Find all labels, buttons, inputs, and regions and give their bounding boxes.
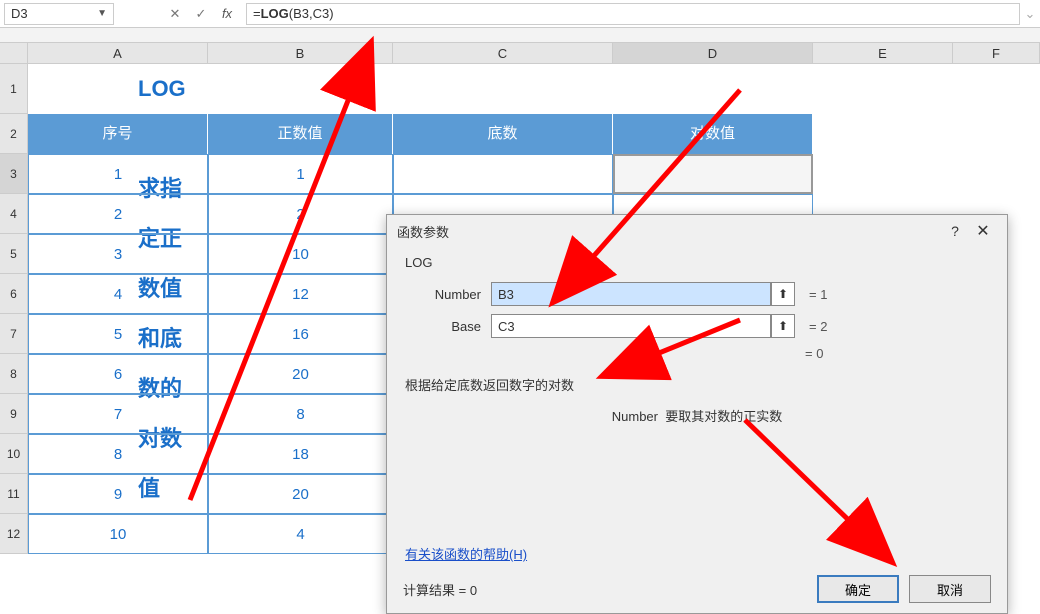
close-icon[interactable]: ✕ bbox=[969, 221, 997, 241]
cell[interactable]: 20 bbox=[208, 474, 393, 514]
row-header-2[interactable]: 2 bbox=[0, 114, 28, 154]
cell[interactable]: 8 bbox=[28, 434, 208, 474]
name-box-value: D3 bbox=[11, 6, 28, 21]
collapse-icon[interactable]: ⬆ bbox=[771, 314, 795, 338]
formula-fn: LOG bbox=[261, 6, 289, 21]
calc-result: 计算结果 = 0 bbox=[403, 580, 807, 599]
param-label: Base bbox=[405, 319, 481, 334]
dialog-titlebar[interactable]: 函数参数 ? ✕ bbox=[387, 215, 1007, 247]
dialog-footer: 计算结果 = 0 确定 取消 bbox=[387, 565, 1007, 613]
cell[interactable]: 7 bbox=[28, 394, 208, 434]
fx-icon[interactable]: fx bbox=[214, 3, 240, 25]
cell[interactable]: 16 bbox=[208, 314, 393, 354]
cell[interactable]: 4 bbox=[28, 274, 208, 314]
param-input-number[interactable]: B3 bbox=[491, 282, 771, 306]
preview-result: = 0 bbox=[805, 346, 989, 361]
table-header[interactable]: 底数 bbox=[393, 114, 613, 154]
help-link[interactable]: 有关该函数的帮助(H) bbox=[405, 544, 527, 563]
formula-args: (B3,C3) bbox=[289, 6, 334, 21]
cell[interactable]: 18 bbox=[208, 434, 393, 474]
cell[interactable] bbox=[393, 154, 613, 194]
cell[interactable]: 10 bbox=[208, 234, 393, 274]
cell[interactable]: 8 bbox=[208, 394, 393, 434]
cell[interactable]: 12 bbox=[208, 274, 393, 314]
chevron-down-icon[interactable]: ▼ bbox=[97, 8, 107, 19]
row-header-3[interactable]: 3 bbox=[0, 154, 28, 194]
row-header-1[interactable]: 1 bbox=[0, 64, 28, 114]
table-header[interactable]: 正数值 bbox=[208, 114, 393, 154]
column-headers: ABCDEF bbox=[28, 43, 1040, 64]
formula-equals: = bbox=[253, 6, 261, 21]
collapse-icon[interactable]: ⬆ bbox=[771, 282, 795, 306]
cell[interactable]: 2 bbox=[208, 194, 393, 234]
cell[interactable]: 9 bbox=[28, 474, 208, 514]
accept-formula-icon[interactable]: ✓ bbox=[188, 3, 214, 25]
row-header-9[interactable]: 9 bbox=[0, 394, 28, 434]
table-header[interactable]: 序号 bbox=[28, 114, 208, 154]
function-name: LOG bbox=[405, 255, 989, 270]
row-header-12[interactable]: 12 bbox=[0, 514, 28, 554]
col-header-E[interactable]: E bbox=[813, 43, 953, 64]
row-header-5[interactable]: 5 bbox=[0, 234, 28, 274]
cancel-button[interactable]: 取消 bbox=[909, 575, 991, 603]
cell[interactable]: 2 bbox=[28, 194, 208, 234]
param-label: Number bbox=[405, 287, 481, 302]
sheet-title: LOG函数求指定正数值和底数的对数值 bbox=[28, 64, 186, 114]
function-description: 根据给定底数返回数字的对数 bbox=[405, 375, 989, 394]
row-header-4[interactable]: 4 bbox=[0, 194, 28, 234]
cell[interactable]: 20 bbox=[208, 354, 393, 394]
formula-input[interactable]: =LOG(B3,C3) bbox=[246, 3, 1020, 25]
param-description: Number 要取其对数的正实数 bbox=[405, 406, 989, 425]
ok-button[interactable]: 确定 bbox=[817, 575, 899, 603]
col-header-A[interactable]: A bbox=[28, 43, 208, 64]
row-header-8[interactable]: 8 bbox=[0, 354, 28, 394]
separator bbox=[0, 28, 1040, 43]
row-headers: 123456789101112 bbox=[0, 64, 28, 554]
row-header-10[interactable]: 10 bbox=[0, 434, 28, 474]
cell[interactable]: 1 bbox=[28, 154, 208, 194]
col-header-C[interactable]: C bbox=[393, 43, 613, 64]
formula-bar: D3 ▼ ✕ ✓ fx =LOG(B3,C3) ⌄ bbox=[0, 0, 1040, 28]
table-header[interactable]: 对数值 bbox=[613, 114, 813, 154]
cell[interactable]: 3 bbox=[28, 234, 208, 274]
param-result: = 1 bbox=[809, 287, 827, 302]
param-row: Number B3⬆ = 1 bbox=[405, 282, 989, 306]
param-input-base[interactable]: C3 bbox=[491, 314, 771, 338]
param-result: = 2 bbox=[809, 319, 827, 334]
col-header-D[interactable]: D bbox=[613, 43, 813, 64]
help-icon[interactable]: ? bbox=[941, 223, 969, 239]
row-header-11[interactable]: 11 bbox=[0, 474, 28, 514]
row-header-6[interactable]: 6 bbox=[0, 274, 28, 314]
active-cell[interactable] bbox=[613, 154, 813, 194]
cell[interactable]: 10 bbox=[28, 514, 208, 554]
cancel-formula-icon[interactable]: ✕ bbox=[162, 3, 188, 25]
expand-formula-icon[interactable]: ⌄ bbox=[1020, 6, 1040, 22]
cell[interactable]: 6 bbox=[28, 354, 208, 394]
dialog-body: LOG Number B3⬆ = 1 Base C3⬆ = 2 = 0 根据给定底数返回数… bbox=[387, 247, 1007, 425]
cell[interactable]: 4 bbox=[208, 514, 393, 554]
cell[interactable]: 1 bbox=[208, 154, 393, 194]
function-arguments-dialog: 函数参数 ? ✕ LOG Number B3⬆ = 1 Base C3⬆ = 2 = 0 … bbox=[386, 214, 1008, 614]
param-row: Base C3⬆ = 2 bbox=[405, 314, 989, 338]
dialog-title: 函数参数 bbox=[397, 222, 941, 241]
col-header-B[interactable]: B bbox=[208, 43, 393, 64]
cell[interactable]: 5 bbox=[28, 314, 208, 354]
select-all-corner[interactable] bbox=[0, 43, 28, 64]
row-header-7[interactable]: 7 bbox=[0, 314, 28, 354]
col-header-F[interactable]: F bbox=[953, 43, 1040, 64]
name-box[interactable]: D3 ▼ bbox=[4, 3, 114, 25]
